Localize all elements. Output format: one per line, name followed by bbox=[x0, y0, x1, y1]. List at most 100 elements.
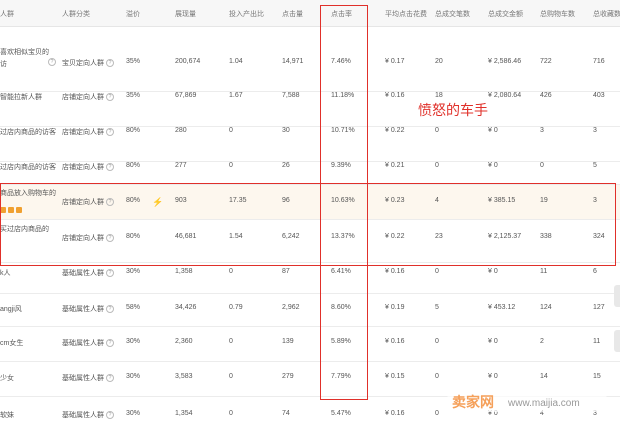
table-row[interactable]: angji风 基础属性人群? 58% 34,426 0.79 2,962 8.6… bbox=[0, 294, 620, 327]
deals-value: 18 bbox=[435, 92, 443, 99]
header-audience-type[interactable]: 人群分类 bbox=[62, 9, 90, 19]
amount-value: ¥ 0 bbox=[488, 373, 498, 380]
help-icon[interactable]: ? bbox=[106, 128, 114, 137]
header-total-cart[interactable]: 总购物车数 bbox=[540, 9, 575, 19]
audience-name-line2: 访 bbox=[0, 61, 7, 68]
audience-type: 基础属性人群? bbox=[62, 338, 114, 348]
cart-value: 0 bbox=[540, 162, 544, 169]
help-icon[interactable]: ? bbox=[106, 163, 114, 172]
table-row[interactable]: cm女生 基础属性人群? 30% 2,360 0 139 5.89% ¥ 0.1… bbox=[0, 327, 620, 362]
premium-value: 80% bbox=[126, 162, 141, 169]
table-row[interactable]: 智能拉新人群 店铺定向人群? 35% 67,869 1.67 7,588 11.… bbox=[0, 92, 620, 127]
fav-value: 6 bbox=[593, 268, 597, 275]
audience-name: 软妹 bbox=[0, 412, 14, 419]
cart-value: 722 bbox=[540, 58, 552, 65]
table-row[interactable]: 过店内商品的访客 店铺定向人群? 80% 277 0 26 9.39% ¥ 0.… bbox=[0, 162, 620, 185]
deals-value: 0 bbox=[435, 338, 439, 345]
roi-value: 0.79 bbox=[229, 304, 243, 311]
deals-value: 0 bbox=[435, 373, 439, 380]
help-icon[interactable]: ? bbox=[106, 374, 114, 383]
amount-value: ¥ 453.12 bbox=[488, 304, 516, 311]
ctr-value: 5.47% bbox=[331, 410, 351, 417]
fav-value: 3 bbox=[593, 127, 597, 134]
fav-value: 403 bbox=[593, 92, 605, 99]
clicks-value: 14,971 bbox=[282, 58, 304, 65]
deals-value: 5 bbox=[435, 304, 439, 311]
roi-value: 0 bbox=[229, 127, 233, 134]
header-clicks[interactable]: 点击量 bbox=[282, 9, 303, 19]
premium-value: 30% bbox=[126, 338, 141, 345]
roi-value: 0 bbox=[229, 338, 233, 345]
help-icon[interactable]: ? bbox=[106, 93, 114, 102]
audience-name: 喜欢相似宝贝的 bbox=[0, 49, 49, 56]
deals-value: 0 bbox=[435, 127, 439, 134]
header-total-deals[interactable]: 总成交笔数 bbox=[435, 9, 470, 19]
header-total-fav[interactable]: 总收藏数 bbox=[593, 9, 620, 19]
roi-value: 1.04 bbox=[229, 58, 243, 65]
help-icon[interactable]: ? bbox=[46, 58, 56, 66]
cart-value: 3 bbox=[540, 127, 544, 134]
impressions-value: 67,869 bbox=[175, 92, 197, 99]
table-row[interactable]: 过店内商品的访客 店铺定向人群? 80% 280 0 30 10.71% ¥ 0… bbox=[0, 127, 620, 162]
amount-value: ¥ 0 bbox=[488, 338, 498, 345]
audience-type: 店铺定向人群? bbox=[62, 92, 114, 102]
audience-name: 智能拉新人群 bbox=[0, 94, 42, 101]
audience-name: 过店内商品的访客 bbox=[0, 164, 56, 171]
roi-value: 0 bbox=[229, 268, 233, 275]
impressions-value: 1,354 bbox=[175, 410, 193, 417]
rows-highlight-box bbox=[0, 183, 616, 266]
header-audience[interactable]: 人群 bbox=[0, 9, 14, 19]
header-roi[interactable]: 投入产出比 bbox=[229, 9, 264, 19]
impressions-value: 2,360 bbox=[175, 338, 193, 345]
help-icon[interactable]: ? bbox=[106, 59, 114, 68]
audience-name: cm女生 bbox=[0, 340, 24, 347]
impressions-value: 277 bbox=[175, 162, 187, 169]
audience-type: 基础属性人群? bbox=[62, 304, 114, 314]
impressions-value: 280 bbox=[175, 127, 187, 134]
audience-type: 基础属性人群? bbox=[62, 268, 114, 278]
help-icon[interactable]: ? bbox=[106, 411, 114, 420]
cpc-value: ¥ 0.16 bbox=[385, 92, 405, 99]
amount-value: ¥ 2,080.64 bbox=[488, 92, 522, 99]
audience-type: 基础属性人群? bbox=[62, 373, 114, 383]
roi-value: 0 bbox=[229, 410, 233, 417]
cpc-value: ¥ 0.21 bbox=[385, 162, 405, 169]
cpc-value: ¥ 0.16 bbox=[385, 338, 405, 345]
clicks-value: 26 bbox=[282, 162, 290, 169]
premium-value: 35% bbox=[126, 58, 141, 65]
roi-value: 0 bbox=[229, 373, 233, 380]
header-premium[interactable]: 溢价 bbox=[126, 9, 140, 19]
audience-type: 基础属性人群? bbox=[62, 410, 114, 420]
clicks-value: 87 bbox=[282, 268, 290, 275]
clicks-value: 7,588 bbox=[282, 92, 300, 99]
side-expand-handle[interactable] bbox=[614, 285, 620, 307]
side-scroll-handle[interactable] bbox=[614, 330, 620, 352]
fav-value: 127 bbox=[593, 304, 605, 311]
cpc-value: ¥ 0.17 bbox=[385, 58, 405, 65]
help-icon[interactable]: ? bbox=[106, 339, 114, 348]
audience-name: k人 bbox=[0, 270, 11, 277]
amount-value: ¥ 0 bbox=[488, 268, 498, 275]
deals-value: 0 bbox=[435, 410, 439, 417]
audience-name: 过店内商品的访客 bbox=[0, 129, 56, 136]
audience-type: 宝贝定向人群? bbox=[62, 58, 114, 68]
audience-type: 店铺定向人群? bbox=[62, 162, 114, 172]
table-row[interactable]: 喜欢相似宝贝的 访 ? 宝贝定向人群? 35% 200,674 1.04 14,… bbox=[0, 27, 620, 92]
header-avg-cpc[interactable]: 平均点击花费 bbox=[385, 9, 427, 19]
table-row[interactable]: k人 基础属性人群? 30% 1,358 0 87 6.41% ¥ 0.16 0… bbox=[0, 263, 620, 294]
header-impressions[interactable]: 展现量 bbox=[175, 9, 196, 19]
help-icon[interactable]: ? bbox=[106, 269, 114, 278]
roi-value: 1.67 bbox=[229, 92, 243, 99]
cart-value: 11 bbox=[540, 268, 548, 275]
audience-type: 店铺定向人群? bbox=[62, 127, 114, 137]
header-total-amount[interactable]: 总成交金额 bbox=[488, 9, 523, 19]
clicks-value: 2,962 bbox=[282, 304, 300, 311]
cart-value: 14 bbox=[540, 373, 548, 380]
help-icon[interactable]: ? bbox=[106, 305, 114, 314]
deals-value: 20 bbox=[435, 58, 443, 65]
amount-value: ¥ 0 bbox=[488, 127, 498, 134]
clicks-value: 139 bbox=[282, 338, 294, 345]
impressions-value: 1,358 bbox=[175, 268, 193, 275]
premium-value: 30% bbox=[126, 410, 141, 417]
clicks-value: 30 bbox=[282, 127, 290, 134]
